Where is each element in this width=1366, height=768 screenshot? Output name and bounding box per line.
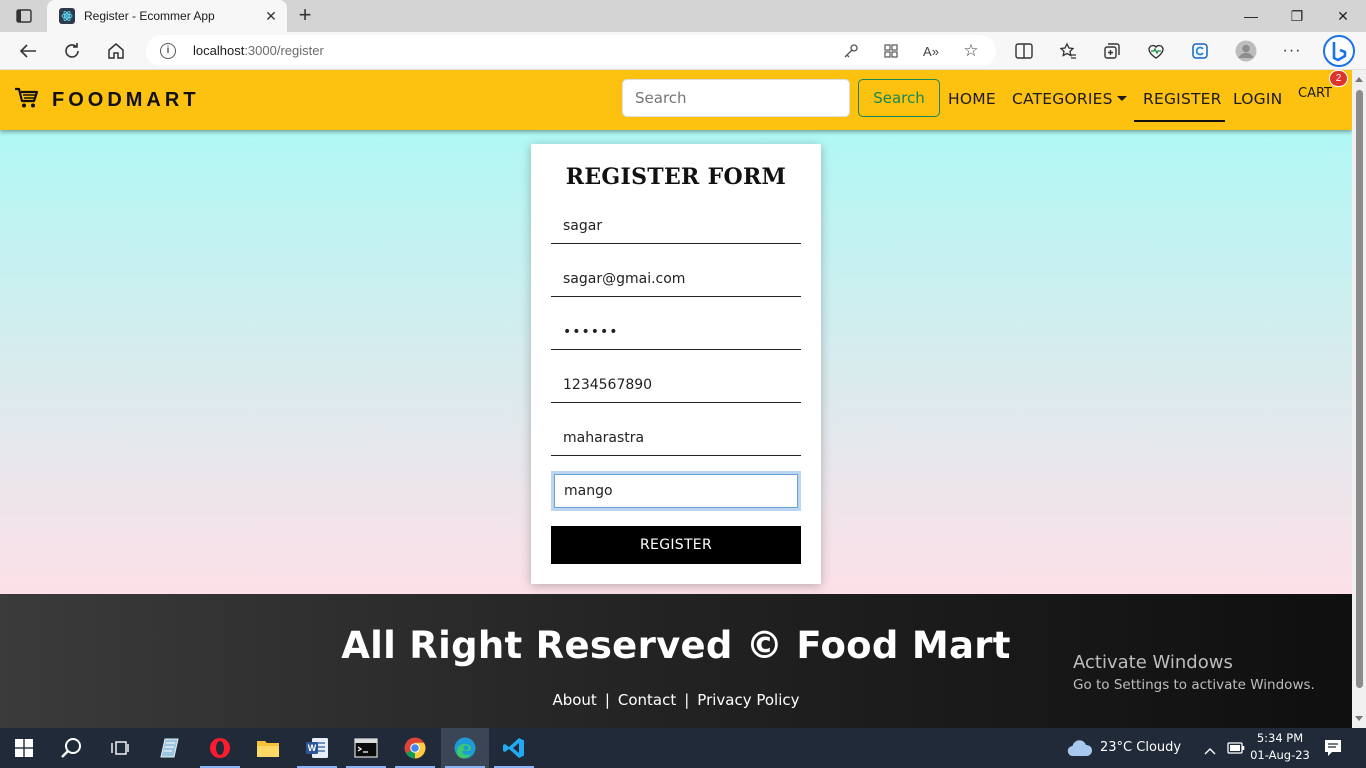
address-url: localhost:3000/register xyxy=(193,43,324,58)
activate-windows-watermark: Activate Windows Go to Settings to activ… xyxy=(1073,652,1315,693)
footer-separator: | xyxy=(684,691,690,709)
cart-count-badge: 2 xyxy=(1329,70,1348,87)
minimize-icon[interactable]: — xyxy=(1228,0,1274,32)
name-field[interactable] xyxy=(551,208,801,244)
register-form: REGISTER FORM REGISTER xyxy=(531,144,821,584)
home-icon[interactable] xyxy=(101,36,131,66)
form-title: REGISTER FORM xyxy=(565,164,787,190)
page-scrollbar[interactable] xyxy=(1352,70,1366,728)
register-button[interactable]: REGISTER xyxy=(551,526,801,564)
clock[interactable]: 5:34 PM 01-Aug-23 xyxy=(1249,731,1311,762)
extension-icon[interactable] xyxy=(1185,36,1215,66)
shopping-cart-logo-icon xyxy=(14,87,39,114)
url-path: :3000/register xyxy=(244,43,324,58)
back-icon[interactable] xyxy=(13,36,43,66)
nav-cart[interactable]: CART xyxy=(1298,86,1332,101)
notifications-icon[interactable] xyxy=(1324,739,1342,762)
search-button[interactable]: Search xyxy=(858,79,940,117)
activate-windows-subtitle: Go to Settings to activate Windows. xyxy=(1073,677,1315,693)
refresh-icon[interactable] xyxy=(57,36,87,66)
browser-toolbar: i localhost:3000/register A» ☆ ··· xyxy=(0,32,1366,70)
address-field[interactable] xyxy=(551,420,801,456)
windows-taskbar: W 23°C Cloudy 5:34 PM 01-Aug-23 xyxy=(0,728,1366,768)
nav-categories[interactable]: CATEGORIES xyxy=(1012,90,1127,108)
scroll-up-icon[interactable] xyxy=(1355,77,1363,82)
brand[interactable]: FOODMART xyxy=(14,87,200,114)
more-options-icon[interactable]: ··· xyxy=(1277,36,1307,66)
site-navbar: FOODMART Search HOME CATEGORIES REGISTER… xyxy=(0,70,1352,130)
clock-time: 5:34 PM xyxy=(1256,731,1304,745)
read-aloud-icon[interactable]: A» xyxy=(922,42,940,60)
opera-browser-icon[interactable] xyxy=(196,728,244,768)
address-bar[interactable]: i localhost:3000/register A» ☆ xyxy=(146,35,996,67)
nav-register[interactable]: REGISTER xyxy=(1143,90,1222,108)
browser-titlebar: Register - Ecommer App ✕ + — ❐ ✕ xyxy=(0,0,1366,32)
edge-browser-icon[interactable] xyxy=(441,728,489,768)
brand-name: FOODMART xyxy=(52,89,200,111)
split-screen-icon[interactable] xyxy=(1009,36,1039,66)
bing-copilot-icon[interactable] xyxy=(1322,34,1356,68)
word-app-icon[interactable]: W xyxy=(293,728,341,768)
svg-text:W: W xyxy=(308,743,317,753)
footer-links: About | Contact | Privacy Policy xyxy=(0,691,1352,709)
tray-chevron-icon[interactable] xyxy=(1204,742,1216,760)
app-available-icon[interactable] xyxy=(882,42,900,60)
file-explorer-icon[interactable] xyxy=(244,728,292,768)
scrollbar-thumb[interactable] xyxy=(1356,90,1363,688)
browser-tab[interactable]: Register - Ecommer App ✕ xyxy=(47,0,287,32)
nav-active-underline xyxy=(1134,120,1225,122)
browser-essentials-icon[interactable] xyxy=(1141,36,1171,66)
phone-field[interactable] xyxy=(551,367,801,403)
clock-date: 01-Aug-23 xyxy=(1250,748,1310,762)
task-view-icon[interactable] xyxy=(96,728,144,768)
taskbar-search-icon[interactable] xyxy=(48,728,96,768)
site-info-icon[interactable]: i xyxy=(160,43,176,59)
nav-login[interactable]: LOGIN xyxy=(1233,90,1282,108)
activate-windows-title: Activate Windows xyxy=(1073,652,1233,673)
password-field[interactable] xyxy=(551,314,801,350)
tab-actions-icon[interactable] xyxy=(8,4,40,28)
weather-cloud-icon[interactable] xyxy=(1067,739,1093,762)
profile-avatar-icon[interactable] xyxy=(1231,36,1261,66)
tab-close-icon[interactable]: ✕ xyxy=(263,8,279,24)
favorites-icon[interactable] xyxy=(1053,36,1083,66)
restore-icon[interactable]: ❐ xyxy=(1274,0,1320,32)
scroll-down-icon[interactable] xyxy=(1355,716,1363,721)
nav-categories-label: CATEGORIES xyxy=(1012,90,1113,108)
favorite-star-icon[interactable]: ☆ xyxy=(962,41,980,60)
key-icon[interactable] xyxy=(842,42,860,60)
window-close-icon[interactable]: ✕ xyxy=(1320,0,1366,32)
footer-about-link[interactable]: About xyxy=(552,691,596,709)
start-windows-icon[interactable] xyxy=(0,728,48,768)
notes-app-icon[interactable] xyxy=(146,728,194,768)
collections-icon[interactable] xyxy=(1097,36,1127,66)
weather-text[interactable]: 23°C Cloudy xyxy=(1100,740,1181,755)
tab-title: Register - Ecommer App xyxy=(84,9,215,23)
footer-privacy-link[interactable]: Privacy Policy xyxy=(697,691,799,709)
site-footer: All Right Reserved © Food Mart About | Con… xyxy=(0,594,1352,728)
footer-separator: | xyxy=(604,691,610,709)
main-content: REGISTER FORM REGISTER xyxy=(0,130,1352,594)
footer-contact-link[interactable]: Contact xyxy=(618,691,676,709)
web-page: FOODMART Search HOME CATEGORIES REGISTER… xyxy=(0,70,1352,728)
url-host: localhost xyxy=(193,43,245,58)
vscode-app-icon[interactable] xyxy=(490,728,538,768)
nav-home[interactable]: HOME xyxy=(948,90,996,108)
terminal-app-icon[interactable] xyxy=(342,728,390,768)
email-field[interactable] xyxy=(551,261,801,297)
chrome-browser-icon[interactable] xyxy=(391,728,439,768)
dropdown-caret-icon xyxy=(1116,96,1127,101)
search-input[interactable] xyxy=(622,79,850,117)
answer-field[interactable] xyxy=(551,471,801,511)
battery-icon[interactable] xyxy=(1227,741,1245,759)
react-favicon-icon xyxy=(59,8,75,24)
new-tab-icon[interactable]: + xyxy=(292,4,318,28)
